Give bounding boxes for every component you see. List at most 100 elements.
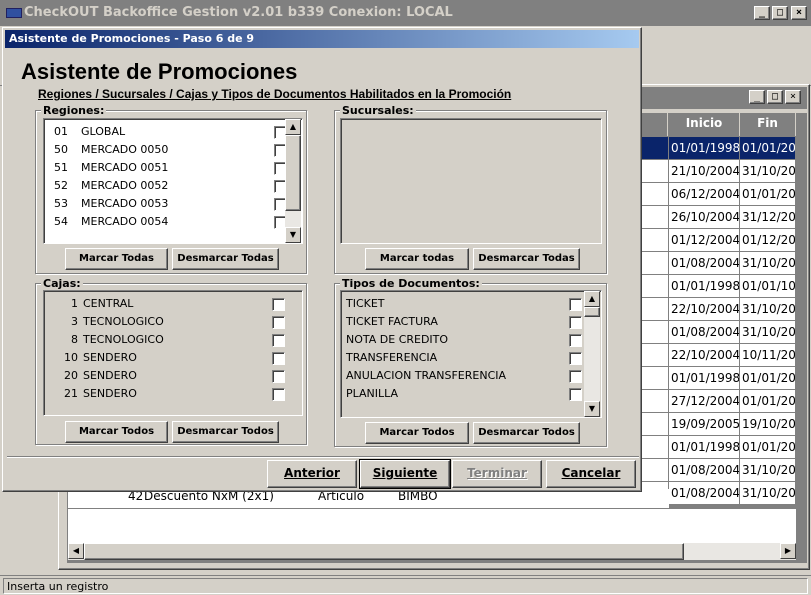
tipo-checkbox[interactable]: [569, 352, 582, 365]
sucursales-unmark-all-button[interactable]: Desmarcar Todas: [473, 248, 580, 270]
region-name[interactable]: MERCADO 0050: [81, 141, 168, 159]
grid-cell-fin[interactable]: 19/10/200: [740, 413, 796, 436]
tipo-checkbox[interactable]: [569, 334, 582, 347]
tipo-name[interactable]: TICKET: [346, 295, 385, 313]
caja-checkbox[interactable]: [272, 298, 285, 311]
grid-cell-fin[interactable]: 31/12/200: [740, 206, 796, 229]
caja-name[interactable]: TECNOLOGICO: [83, 313, 164, 331]
terminar-button[interactable]: Terminar: [452, 460, 542, 488]
grid-cell-fin[interactable]: 31/10/200: [740, 482, 796, 505]
anterior-button[interactable]: Anterior: [267, 460, 357, 488]
regiones-vscrollbar[interactable]: ▲ ▼: [285, 119, 301, 243]
caja-checkbox[interactable]: [272, 352, 285, 365]
grid-header-inicio[interactable]: Inicio: [669, 113, 740, 136]
grid-cell-inicio[interactable]: 01/01/1998: [669, 367, 740, 390]
tipo-checkbox[interactable]: [569, 388, 582, 401]
caja-checkbox[interactable]: [272, 316, 285, 329]
grid-cell-inicio[interactable]: 01/01/1998: [669, 137, 740, 160]
grid-cell-inicio[interactable]: 22/10/2004: [669, 344, 740, 367]
tipo-name[interactable]: PLANILLA: [346, 385, 398, 403]
tipos-scroll-down[interactable]: ▼: [584, 401, 600, 417]
grid-cell-inicio[interactable]: 01/01/1998: [669, 436, 740, 459]
grid-cell-inicio[interactable]: 21/10/2004: [669, 160, 740, 183]
grid-cell-fin[interactable]: 01/01/200: [740, 183, 796, 206]
tipos-unmark-all-button[interactable]: Desmarcar Todos: [473, 422, 580, 444]
tipo-name[interactable]: TRANSFERENCIA: [346, 349, 437, 367]
grid-cell-fin[interactable]: 01/01/209: [740, 436, 796, 459]
caja-name[interactable]: SENDERO: [83, 367, 137, 385]
cajas-list[interactable]: 1 CENTRAL 3 TECNOLOGICO 8 TECNOLOGICO 10 SENDER…: [43, 290, 303, 416]
hscroll-thumb[interactable]: [84, 543, 684, 560]
cajas-mark-all-button[interactable]: Marcar Todos: [65, 421, 168, 443]
grid-cell-inicio[interactable]: 27/12/2004: [669, 390, 740, 413]
sucursales-list[interactable]: [340, 118, 602, 244]
tipos-vscrollbar[interactable]: ▲ ▼: [584, 291, 600, 417]
grid-cell-inicio[interactable]: 01/08/2004: [669, 459, 740, 482]
siguiente-button[interactable]: Siguiente: [359, 459, 451, 489]
regiones-list[interactable]: 01 GLOBAL 50 MERCADO 0050 51 MERCADO 0051 52 ME…: [43, 118, 303, 244]
regiones-scroll-up[interactable]: ▲: [285, 119, 301, 135]
tipos-list[interactable]: TICKET TICKET FACTURA NOTA DE CREDITO TRANS…: [340, 290, 602, 418]
grid-cell-inicio[interactable]: 01/12/2004: [669, 229, 740, 252]
region-name[interactable]: MERCADO 0052: [81, 177, 168, 195]
grid-cell-inicio[interactable]: 01/08/2004: [669, 252, 740, 275]
grid-cell-inicio[interactable]: 06/12/2004: [669, 183, 740, 206]
grid-cell-inicio[interactable]: 01/01/1998: [669, 275, 740, 298]
caja-checkbox[interactable]: [272, 370, 285, 383]
tipo-name[interactable]: NOTA DE CREDITO: [346, 331, 448, 349]
caja-name[interactable]: TECNOLOGICO: [83, 331, 164, 349]
grid-cell-inicio[interactable]: 01/08/2004: [669, 482, 740, 505]
cajas-unmark-all-button[interactable]: Desmarcar Todos: [172, 421, 279, 443]
main-title-bar[interactable]: CheckOUT Backoffice Gestion v2.01 b339 C…: [0, 0, 811, 26]
caja-name[interactable]: SENDERO: [83, 385, 137, 403]
tipos-scroll-thumb[interactable]: [584, 307, 600, 317]
grid-cell-fin[interactable]: 01/01/109: [740, 275, 796, 298]
main-minimize-button[interactable]: _: [754, 6, 770, 20]
grid-cell-inicio[interactable]: 22/10/2004: [669, 298, 740, 321]
main-close-button[interactable]: ×: [791, 6, 807, 20]
tipos-mark-all-button[interactable]: Marcar Todos: [365, 422, 469, 444]
region-name[interactable]: MERCADO 0054: [81, 213, 168, 231]
grid-cell-fin[interactable]: 31/10/200: [740, 252, 796, 275]
caja-name[interactable]: CENTRAL: [83, 295, 133, 313]
tipo-checkbox[interactable]: [569, 370, 582, 383]
cancelar-button[interactable]: Cancelar: [546, 460, 636, 488]
caja-checkbox[interactable]: [272, 334, 285, 347]
grid-hscrollbar[interactable]: ◀ ▶: [68, 543, 796, 560]
sucursales-mark-all-button[interactable]: Marcar todas: [365, 248, 469, 270]
grid-header-fin[interactable]: Fin: [740, 113, 796, 136]
regiones-scroll-thumb[interactable]: [285, 135, 301, 211]
child-close-button[interactable]: ×: [785, 90, 801, 104]
grid-cell-inicio[interactable]: 19/09/2005: [669, 413, 740, 436]
grid-partial-row[interactable]: 42 Descuento NxM (2x1) Articulo BIMBO: [68, 489, 669, 509]
grid-cell-fin[interactable]: 10/11/200: [740, 344, 796, 367]
regiones-unmark-all-button[interactable]: Desmarcar Todas: [172, 248, 279, 270]
grid-cell-fin[interactable]: 01/01/209: [740, 137, 796, 160]
grid-cell-fin[interactable]: 31/10/200: [740, 321, 796, 344]
grid-cell-inicio[interactable]: 01/08/2004: [669, 321, 740, 344]
regiones-mark-all-button[interactable]: Marcar Todas: [65, 248, 168, 270]
grid-cell-fin[interactable]: 31/10/200: [740, 298, 796, 321]
dialog-title-bar[interactable]: Asistente de Promociones - Paso 6 de 9: [5, 30, 639, 48]
tipo-name[interactable]: TICKET FACTURA: [346, 313, 438, 331]
grid-cell-fin[interactable]: 31/10/200: [740, 160, 796, 183]
grid-cell-fin[interactable]: 01/12/200: [740, 229, 796, 252]
grid-cell-fin[interactable]: 01/01/200: [740, 390, 796, 413]
grid-cell-inicio[interactable]: 26/10/2004: [669, 206, 740, 229]
tipo-checkbox[interactable]: [569, 316, 582, 329]
region-name[interactable]: GLOBAL: [81, 123, 125, 141]
hscroll-right-arrow[interactable]: ▶: [780, 543, 796, 559]
main-maximize-button[interactable]: □: [772, 6, 788, 20]
child-minimize-button[interactable]: _: [749, 90, 765, 104]
grid-cell-fin[interactable]: 01/01/209: [740, 367, 796, 390]
regiones-scroll-down[interactable]: ▼: [285, 227, 301, 243]
caja-name[interactable]: SENDERO: [83, 349, 137, 367]
grid-cell-fin[interactable]: 31/10/200: [740, 459, 796, 482]
region-name[interactable]: MERCADO 0053: [81, 195, 168, 213]
caja-checkbox[interactable]: [272, 388, 285, 401]
tipo-checkbox[interactable]: [569, 298, 582, 311]
hscroll-left-arrow[interactable]: ◀: [68, 543, 84, 559]
tipo-name[interactable]: ANULACION TRANSFERENCIA: [346, 367, 506, 385]
region-name[interactable]: MERCADO 0051: [81, 159, 168, 177]
child-maximize-button[interactable]: □: [767, 90, 783, 104]
